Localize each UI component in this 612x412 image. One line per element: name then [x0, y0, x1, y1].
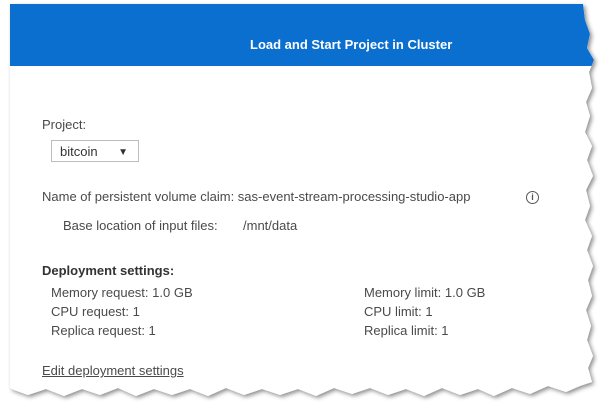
- replica-limit: Replica limit: 1: [364, 323, 449, 338]
- project-select[interactable]: bitcoin ▼: [51, 140, 139, 162]
- pvc-label: Name of persistent volume claim: sas-eve…: [42, 189, 471, 204]
- deployment-settings-heading: Deployment settings:: [42, 263, 175, 278]
- project-label: Project:: [42, 117, 87, 132]
- input-files-value: /mnt/data: [243, 218, 298, 233]
- memory-limit: Memory limit: 1.0 GB: [364, 285, 486, 300]
- project-select-value: bitcoin: [60, 143, 98, 159]
- cpu-limit: CPU limit: 1: [364, 304, 433, 319]
- edit-deployment-settings-link[interactable]: Edit deployment settings: [42, 363, 184, 378]
- dialog-title: Load and Start Project in Cluster: [250, 37, 453, 52]
- replica-request: Replica request: 1: [51, 323, 156, 338]
- memory-request: Memory request: 1.0 GB: [51, 285, 193, 300]
- chevron-down-icon: ▼: [118, 147, 128, 158]
- input-files-label: Base location of input files:: [63, 218, 218, 233]
- cpu-request: CPU request: 1: [51, 304, 140, 319]
- info-icon[interactable]: i: [526, 191, 539, 204]
